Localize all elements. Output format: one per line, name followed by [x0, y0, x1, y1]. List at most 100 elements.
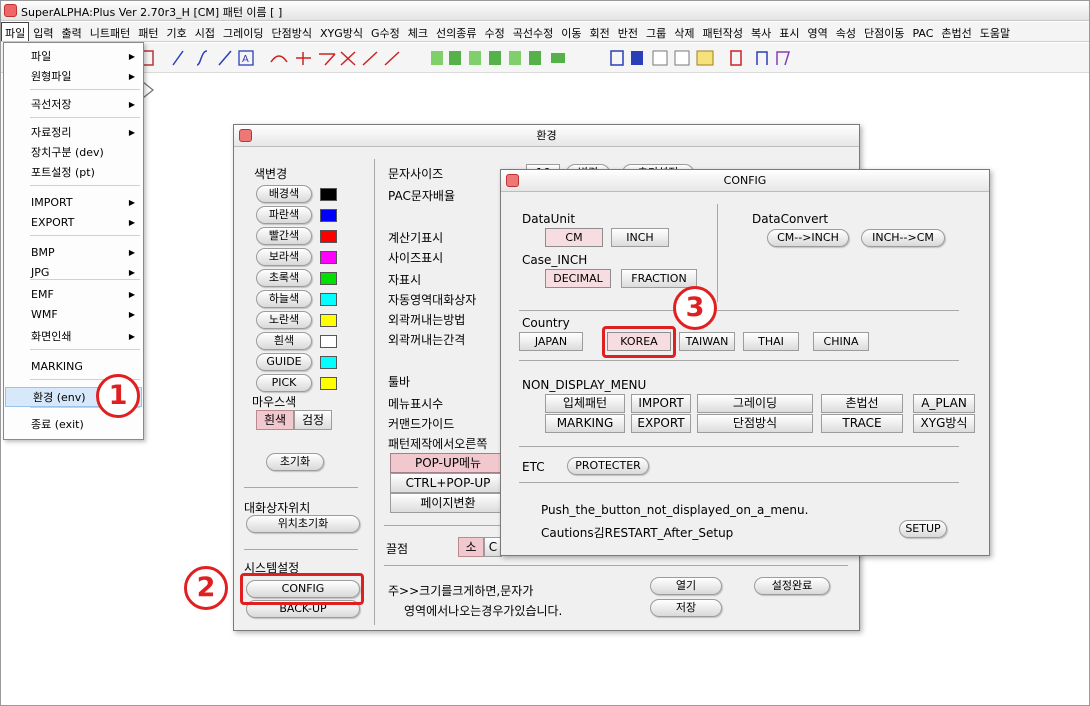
- menu-item-13[interactable]: 화면인쇄 ▶: [4, 327, 143, 347]
- menu-item[interactable]: 단점이동: [860, 22, 908, 41]
- menu-item-7[interactable]: IMPORT ▶: [4, 193, 143, 213]
- cm-to-inch-button[interactable]: CM-->INCH: [767, 229, 849, 247]
- menu-item[interactable]: 입력: [29, 22, 57, 41]
- menu-item-1[interactable]: 파일 ▶: [4, 47, 143, 67]
- config-window-titlebar[interactable]: CONFIG: [501, 170, 989, 192]
- color-swatch[interactable]: [320, 272, 337, 285]
- page-convert-option[interactable]: 페이지변환: [390, 493, 506, 513]
- color-swatch[interactable]: [320, 209, 337, 222]
- country-option-china[interactable]: CHINA: [813, 332, 869, 351]
- non-display-button[interactable]: 그레이딩: [697, 394, 813, 413]
- menu-item[interactable]: 도움말: [976, 22, 1014, 41]
- non-display-button[interactable]: IMPORT: [631, 394, 691, 413]
- menu-item[interactable]: 표시: [775, 22, 803, 41]
- menu-item-3[interactable]: 곡선저장 ▶: [4, 95, 143, 115]
- menu-item-4[interactable]: 자료정리 ▶: [4, 123, 143, 143]
- non-display-button[interactable]: 단점방식: [697, 414, 813, 433]
- position-reset-button[interactable]: 위치초기화: [246, 515, 360, 533]
- menu-item-10[interactable]: JPG ▶: [4, 263, 143, 283]
- color-swatch[interactable]: [320, 314, 337, 327]
- color-swatch[interactable]: [320, 293, 337, 306]
- color-button[interactable]: 하늘색: [256, 290, 312, 308]
- divider: [519, 446, 959, 447]
- menu-item[interactable]: 시접: [191, 22, 219, 41]
- save-button[interactable]: 저장: [650, 599, 722, 617]
- menu-item[interactable]: 회전: [585, 22, 613, 41]
- non-display-button[interactable]: 촌법선: [821, 394, 903, 413]
- non-display-button[interactable]: XYG방식: [913, 414, 975, 433]
- color-swatch[interactable]: [320, 335, 337, 348]
- ctrl-popup-option[interactable]: CTRL+POP-UP: [390, 473, 506, 493]
- menu-item-8[interactable]: EXPORT ▶: [4, 213, 143, 233]
- menu-item[interactable]: 기호: [162, 22, 190, 41]
- non-display-button[interactable]: EXPORT: [631, 414, 691, 433]
- menu-item[interactable]: XYG방식: [316, 22, 367, 41]
- menu-item[interactable]: G수정: [367, 22, 404, 41]
- country-option-taiwan[interactable]: TAIWAN: [679, 332, 735, 351]
- menu-item[interactable]: 패턴작성: [698, 22, 746, 41]
- menu-item[interactable]: 단점방식: [267, 22, 315, 41]
- menu-item-2[interactable]: 원형파일 ▶: [4, 67, 143, 87]
- menu-item[interactable]: 수정: [480, 22, 508, 41]
- menu-item[interactable]: 니트패턴: [86, 22, 134, 41]
- menu-item[interactable]: 선의종류: [432, 22, 480, 41]
- snap-small-button[interactable]: 소: [458, 537, 484, 557]
- menu-item[interactable]: 복사: [747, 22, 775, 41]
- color-button[interactable]: GUIDE: [256, 353, 312, 371]
- inch-to-cm-button[interactable]: INCH-->CM: [861, 229, 945, 247]
- color-button[interactable]: 배경색: [256, 185, 312, 203]
- menu-item[interactable]: 그룹: [642, 22, 670, 41]
- menu-item[interactable]: 반전: [614, 22, 642, 41]
- non-display-button[interactable]: 입체패턴: [545, 394, 625, 413]
- menu-item[interactable]: 출력: [58, 22, 86, 41]
- settings-done-button[interactable]: 설정완료: [754, 577, 830, 595]
- non-display-button[interactable]: MARKING: [545, 414, 625, 433]
- color-swatch[interactable]: [320, 251, 337, 264]
- menu-item[interactable]: PAC: [908, 24, 937, 41]
- color-swatch[interactable]: [320, 377, 337, 390]
- menu-item-6[interactable]: 포트설정 (pt): [4, 163, 143, 183]
- menu-item-16[interactable]: 종료 (exit): [4, 415, 143, 435]
- menu-item-11[interactable]: EMF ▶: [4, 285, 143, 305]
- menu-item[interactable]: 곡선수정: [509, 22, 557, 41]
- case-decimal-option[interactable]: DECIMAL: [545, 269, 611, 288]
- menu-item-12[interactable]: WMF ▶: [4, 305, 143, 325]
- non-display-button[interactable]: TRACE: [821, 414, 903, 433]
- menu-item[interactable]: 그레이딩: [219, 22, 267, 41]
- menu-item[interactable]: 영역: [803, 22, 831, 41]
- color-swatch[interactable]: [320, 356, 337, 369]
- color-button[interactable]: 초록색: [256, 269, 312, 287]
- country-option-thai[interactable]: THAI: [743, 332, 799, 351]
- non-display-button[interactable]: A_PLAN: [913, 394, 975, 413]
- setup-button[interactable]: SETUP: [899, 520, 947, 538]
- mouse-white-button[interactable]: 흰색: [256, 410, 294, 430]
- popup-menu-option[interactable]: POP-UP메뉴: [390, 453, 506, 473]
- mouse-black-button[interactable]: 검정: [294, 410, 332, 430]
- color-init-button[interactable]: 초기화: [266, 453, 324, 471]
- color-button[interactable]: 파란색: [256, 206, 312, 224]
- color-button[interactable]: 노란색: [256, 311, 312, 329]
- toolbar-icons[interactable]: A: [141, 48, 821, 68]
- open-button[interactable]: 열기: [650, 577, 722, 595]
- country-option-japan[interactable]: JAPAN: [519, 332, 583, 351]
- color-button[interactable]: PICK: [256, 374, 312, 392]
- case-fraction-option[interactable]: FRACTION: [621, 269, 697, 288]
- menu-item-5[interactable]: 장치구분 (dev): [4, 143, 143, 163]
- color-button[interactable]: 보라색: [256, 248, 312, 266]
- color-button[interactable]: 빨간색: [256, 227, 312, 245]
- color-swatch[interactable]: [320, 230, 337, 243]
- unit-cm-option[interactable]: CM: [545, 228, 603, 247]
- unit-inch-option[interactable]: INCH: [611, 228, 669, 247]
- protecter-button[interactable]: PROTECTER: [567, 457, 649, 475]
- env-window-titlebar[interactable]: 환경: [234, 125, 859, 147]
- menu-item[interactable]: 체크: [404, 22, 432, 41]
- color-button[interactable]: 흰색: [256, 332, 312, 350]
- menu-item[interactable]: 파일: [1, 22, 30, 41]
- menu-item[interactable]: 패턴: [134, 22, 162, 41]
- color-swatch[interactable]: [320, 188, 337, 201]
- menu-item[interactable]: 삭제: [670, 22, 698, 41]
- menu-item[interactable]: 속성: [832, 22, 860, 41]
- menu-item-9[interactable]: BMP ▶: [4, 243, 143, 263]
- menu-item[interactable]: 촌법선: [937, 22, 975, 41]
- menu-item[interactable]: 이동: [557, 22, 585, 41]
